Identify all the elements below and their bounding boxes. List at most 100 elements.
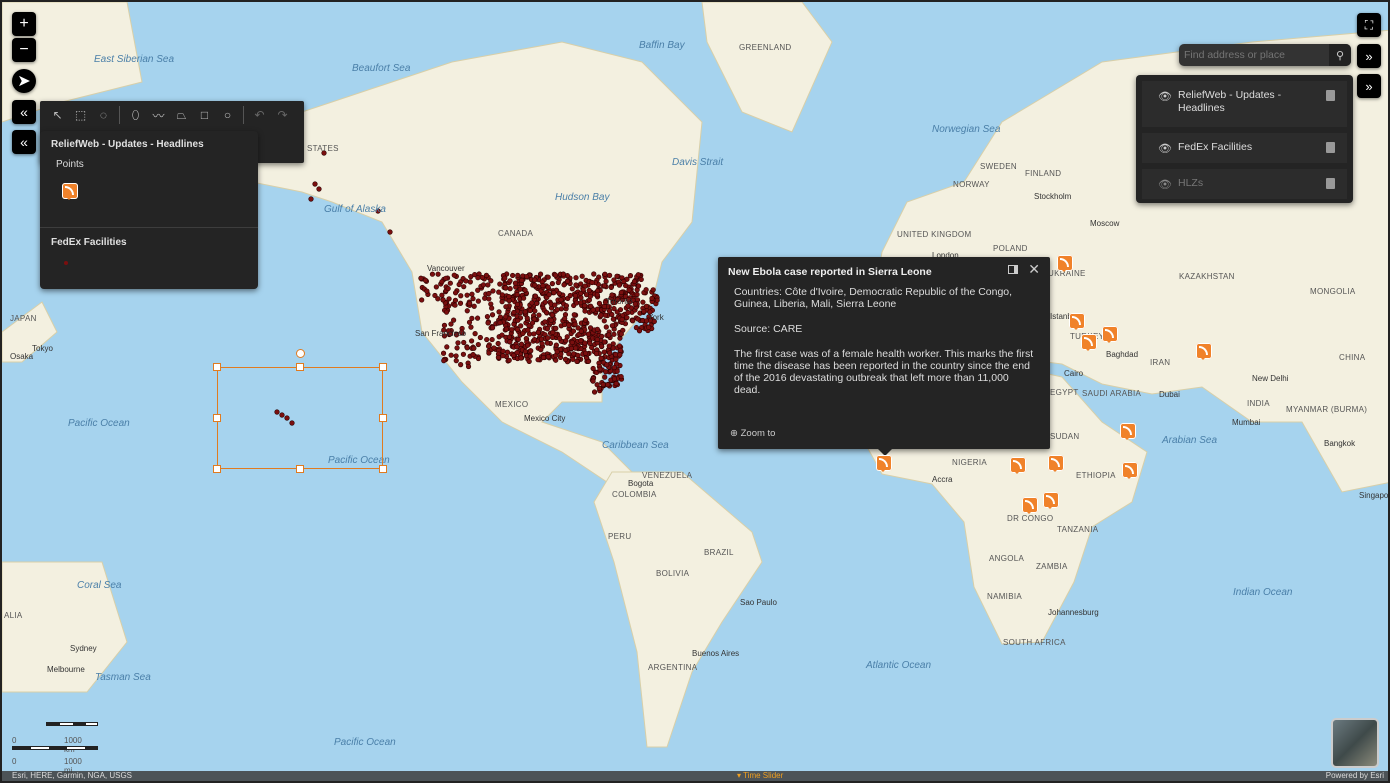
fedex-facility-point[interactable]: [582, 308, 588, 314]
fedex-facility-point[interactable]: [542, 319, 548, 325]
fedex-facility-point[interactable]: [491, 345, 497, 351]
fedex-facility-point[interactable]: [456, 281, 462, 288]
fedex-facility-point[interactable]: [590, 307, 596, 313]
fedex-facility-point[interactable]: [621, 278, 627, 285]
resize-handle[interactable]: [213, 465, 221, 473]
fedex-facility-point[interactable]: [578, 337, 584, 344]
fedex-facility-point[interactable]: [461, 284, 467, 290]
trash-icon[interactable]: [1326, 90, 1335, 101]
fedex-facility-point[interactable]: [598, 343, 605, 349]
selection-box[interactable]: [217, 367, 383, 469]
fedex-facility-point[interactable]: [626, 287, 632, 293]
fedex-facility-point[interactable]: [465, 363, 472, 370]
layer-item-hlzs[interactable]: 👁 HLZs: [1142, 169, 1347, 199]
rotate-handle[interactable]: [296, 349, 305, 358]
expand-toolbar-button[interactable]: «: [12, 100, 36, 124]
fedex-facility-point[interactable]: [512, 280, 519, 286]
fedex-facility-point[interactable]: [538, 336, 545, 342]
fedex-facility-point[interactable]: [532, 308, 538, 314]
fedex-facility-point[interactable]: [537, 271, 544, 277]
rss-marker[interactable]: [1057, 255, 1073, 272]
fedex-facility-point[interactable]: [528, 348, 534, 354]
expand-search-button[interactable]: »: [1357, 44, 1381, 68]
fedex-facility-point[interactable]: [562, 315, 568, 322]
fedex-facility-point[interactable]: [452, 297, 459, 303]
fedex-facility-point[interactable]: [573, 275, 579, 281]
fedex-facility-point[interactable]: [514, 349, 520, 356]
resize-handle[interactable]: [296, 465, 304, 473]
fedex-facility-point[interactable]: [467, 279, 473, 285]
fedex-facility-point[interactable]: [489, 312, 496, 318]
fedex-facility-point[interactable]: [503, 326, 510, 332]
expand-legend-button[interactable]: «: [12, 130, 36, 154]
close-icon[interactable]: ✕: [1028, 261, 1040, 278]
fedex-facility-point[interactable]: [515, 272, 521, 278]
fedex-facility-point[interactable]: [440, 350, 447, 356]
fedex-facility-point[interactable]: [555, 279, 561, 286]
fedex-facility-point[interactable]: [507, 278, 513, 284]
fedex-facility-point[interactable]: [474, 315, 481, 321]
fedex-facility-point[interactable]: [624, 314, 630, 321]
fedex-facility-point[interactable]: [527, 353, 533, 359]
fedex-facility-point[interactable]: [554, 349, 560, 355]
fedex-facility-point[interactable]: [448, 352, 454, 358]
search-input[interactable]: [1179, 44, 1327, 66]
fedex-facility-point[interactable]: [451, 317, 457, 323]
fedex-facility-point[interactable]: [521, 295, 527, 301]
fedex-facility-point[interactable]: [485, 282, 491, 288]
fedex-facility-point[interactable]: [496, 289, 502, 295]
fedex-facility-point[interactable]: [312, 181, 318, 187]
fedex-facility-point[interactable]: [441, 322, 448, 328]
fedex-facility-point[interactable]: [558, 297, 564, 303]
fedex-facility-point[interactable]: [486, 350, 492, 356]
rss-marker[interactable]: [1022, 497, 1038, 514]
fedex-facility-point[interactable]: [497, 281, 503, 287]
fedex-facility-point[interactable]: [472, 331, 478, 337]
fedex-facility-point[interactable]: [606, 308, 613, 314]
rss-marker[interactable]: [1102, 326, 1118, 343]
zoom-to-button[interactable]: ⊕ Zoom to: [730, 428, 775, 439]
search-icon[interactable]: ⚲: [1329, 44, 1351, 66]
fedex-facility-point[interactable]: [545, 284, 551, 290]
fedex-facility-point[interactable]: [594, 336, 600, 343]
fedex-facility-point[interactable]: [603, 369, 609, 375]
fedex-facility-point[interactable]: [643, 287, 649, 293]
fedex-facility-point[interactable]: [535, 329, 541, 335]
fedex-facility-point[interactable]: [470, 351, 476, 358]
fedex-facility-point[interactable]: [618, 331, 624, 337]
fedex-facility-point[interactable]: [439, 279, 445, 285]
fedex-facility-point[interactable]: [603, 278, 609, 284]
fedex-facility-point[interactable]: [591, 271, 597, 277]
fedex-facility-point[interactable]: [617, 307, 624, 313]
fedex-facility-point[interactable]: [535, 357, 541, 363]
fedex-facility-point[interactable]: [489, 325, 496, 331]
fedex-facility-point[interactable]: [464, 292, 470, 298]
fullscreen-button[interactable]: ⛶: [1357, 13, 1381, 37]
fedex-facility-point[interactable]: [614, 273, 620, 279]
fedex-facility-point[interactable]: [556, 335, 563, 341]
fedex-facility-point[interactable]: [517, 286, 523, 292]
eye-icon[interactable]: 👁: [1158, 90, 1172, 103]
eye-icon[interactable]: 👁: [1158, 178, 1172, 191]
fedex-facility-point[interactable]: [613, 356, 619, 362]
fedex-facility-point[interactable]: [519, 277, 525, 283]
fedex-facility-point[interactable]: [594, 292, 600, 298]
fedex-facility-point[interactable]: [582, 303, 588, 309]
fedex-facility-point[interactable]: [640, 299, 646, 305]
fedex-facility-point[interactable]: [500, 353, 506, 359]
fedex-facility-point[interactable]: [497, 314, 504, 320]
fedex-facility-point[interactable]: [536, 312, 542, 318]
fedex-facility-point[interactable]: [601, 339, 608, 345]
fedex-facility-point[interactable]: [480, 282, 487, 288]
fedex-facility-point[interactable]: [422, 277, 429, 283]
fedex-facility-point[interactable]: [526, 358, 532, 365]
fedex-facility-point[interactable]: [522, 287, 528, 293]
zoom-out-button[interactable]: −: [12, 38, 36, 62]
fedex-facility-point[interactable]: [518, 341, 525, 347]
lasso-select-icon[interactable]: ◌: [94, 105, 114, 125]
fedex-facility-point[interactable]: [532, 282, 538, 288]
fedex-facility-point[interactable]: [567, 292, 573, 299]
fedex-facility-point[interactable]: [569, 339, 575, 345]
fedex-facility-point[interactable]: [544, 340, 550, 346]
rss-marker[interactable]: [1196, 343, 1212, 360]
